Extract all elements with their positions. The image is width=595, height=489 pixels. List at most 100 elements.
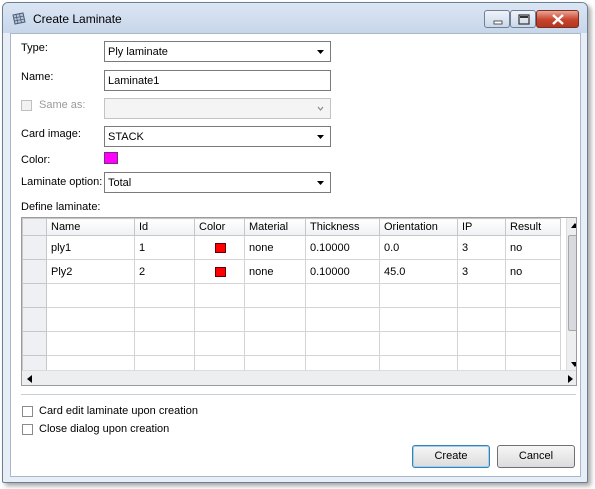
color-swatch-icon [215,242,226,253]
close-dialog-checkbox[interactable] [22,424,33,435]
table-row[interactable]: Ply2 2 none 0.10000 45.0 3 no [22,259,561,284]
column-header-id[interactable]: Id [134,218,195,236]
cell-ip[interactable]: 3 [457,235,506,260]
cell-orientation[interactable]: 0.0 [379,235,458,260]
row-header[interactable] [22,307,47,332]
color-label: Color: [21,154,51,166]
column-header-material[interactable]: Material [244,218,306,236]
cell-ip[interactable] [457,283,506,308]
card-image-select[interactable]: STACK [104,126,331,147]
cell-color[interactable] [194,331,245,356]
maximize-icon [518,14,530,25]
cell-color[interactable] [194,235,245,260]
cell-result[interactable] [505,283,561,308]
row-header[interactable] [22,331,47,356]
scroll-up-icon[interactable] [567,218,577,234]
cell-name[interactable]: Ply2 [46,259,135,284]
cell-material[interactable]: none [244,259,306,284]
column-header-thickness[interactable]: Thickness [305,218,380,236]
name-field[interactable]: Laminate1 [104,70,331,91]
cancel-button[interactable]: Cancel [497,445,575,468]
cell-material[interactable] [244,307,306,332]
column-header-color[interactable]: Color [194,218,245,236]
same-as-label: Same as: [39,99,86,111]
cell-orientation[interactable] [379,283,458,308]
card-image-select-value: STACK [108,131,144,143]
scroll-left-icon[interactable] [22,371,38,386]
laminate-table: Name Id Color Material Thickness Orientation I… [22,218,561,380]
cell-ip[interactable] [457,331,506,356]
minimize-icon [493,20,503,25]
cell-name[interactable] [46,307,135,332]
maximize-button[interactable] [510,10,536,28]
column-header-name[interactable]: Name [46,218,135,236]
same-as-checkbox[interactable] [21,100,32,111]
title-bar[interactable]: Create Laminate [3,3,587,33]
cell-id[interactable] [134,331,195,356]
row-header[interactable] [22,259,47,284]
cell-name[interactable] [46,283,135,308]
laminate-option-select[interactable]: Total [104,172,331,193]
cell-orientation[interactable] [379,307,458,332]
horizontal-scrollbar[interactable] [22,370,577,386]
cell-result[interactable] [505,307,561,332]
color-swatch-icon [215,266,226,277]
cell-result[interactable]: no [505,259,561,284]
cell-result[interactable]: no [505,235,561,260]
cell-id[interactable] [134,307,195,332]
name-field-value: Laminate1 [108,75,160,87]
cell-result[interactable] [505,331,561,356]
laminate-grid: Name Id Color Material Thickness Orientation I… [21,217,577,386]
laminate-option-value: Total [108,177,132,189]
type-select[interactable]: Ply laminate [104,41,331,62]
cell-orientation[interactable]: 45.0 [379,259,458,284]
type-label: Type: [21,42,48,54]
vertical-scrollbar[interactable] [566,218,577,372]
table-row[interactable] [22,331,561,356]
chevron-down-icon [317,181,324,185]
chevron-down-icon [317,50,324,54]
column-header-ip[interactable]: IP [457,218,506,236]
table-row[interactable] [22,283,561,308]
cell-thickness[interactable]: 0.10000 [305,235,380,260]
create-button[interactable]: Create [412,445,490,468]
same-as-select[interactable] [104,98,331,119]
cell-name[interactable]: ply1 [46,235,135,260]
window-title: Create Laminate [33,12,122,26]
cell-thickness[interactable] [305,307,380,332]
cell-color[interactable] [194,283,245,308]
cell-thickness[interactable]: 0.10000 [305,259,380,284]
separator [21,394,576,395]
cell-color[interactable] [194,307,245,332]
table-row[interactable]: ply1 1 none 0.10000 0.0 3 no [22,235,561,260]
cell-ip[interactable] [457,307,506,332]
cell-thickness[interactable] [305,283,380,308]
color-swatch[interactable] [104,152,118,164]
row-header[interactable] [22,235,47,260]
name-label: Name: [21,71,54,83]
cell-orientation[interactable] [379,331,458,356]
type-select-value: Ply laminate [108,46,168,58]
cell-material[interactable] [244,331,306,356]
cell-name[interactable] [46,331,135,356]
cell-material[interactable] [244,283,306,308]
cell-ip[interactable]: 3 [457,259,506,284]
column-header-orientation[interactable]: Orientation [379,218,458,236]
column-header-result[interactable]: Result [505,218,561,236]
cell-material[interactable]: none [244,235,306,260]
cell-id[interactable]: 1 [134,235,195,260]
vertical-scroll-thumb[interactable] [568,235,576,331]
cell-id[interactable] [134,283,195,308]
scroll-right-icon[interactable] [562,371,577,386]
cell-thickness[interactable] [305,331,380,356]
cell-id[interactable]: 2 [134,259,195,284]
create-laminate-dialog: Create Laminate Type: Ply laminate Name:… [2,2,588,483]
minimize-button[interactable] [484,10,510,28]
table-row[interactable] [22,307,561,332]
close-button[interactable] [536,10,579,28]
cell-color[interactable] [194,259,245,284]
laminate-option-label: Laminate option: [21,176,103,188]
row-header[interactable] [22,283,47,308]
card-edit-checkbox[interactable] [22,406,33,417]
corner-header [22,218,47,236]
